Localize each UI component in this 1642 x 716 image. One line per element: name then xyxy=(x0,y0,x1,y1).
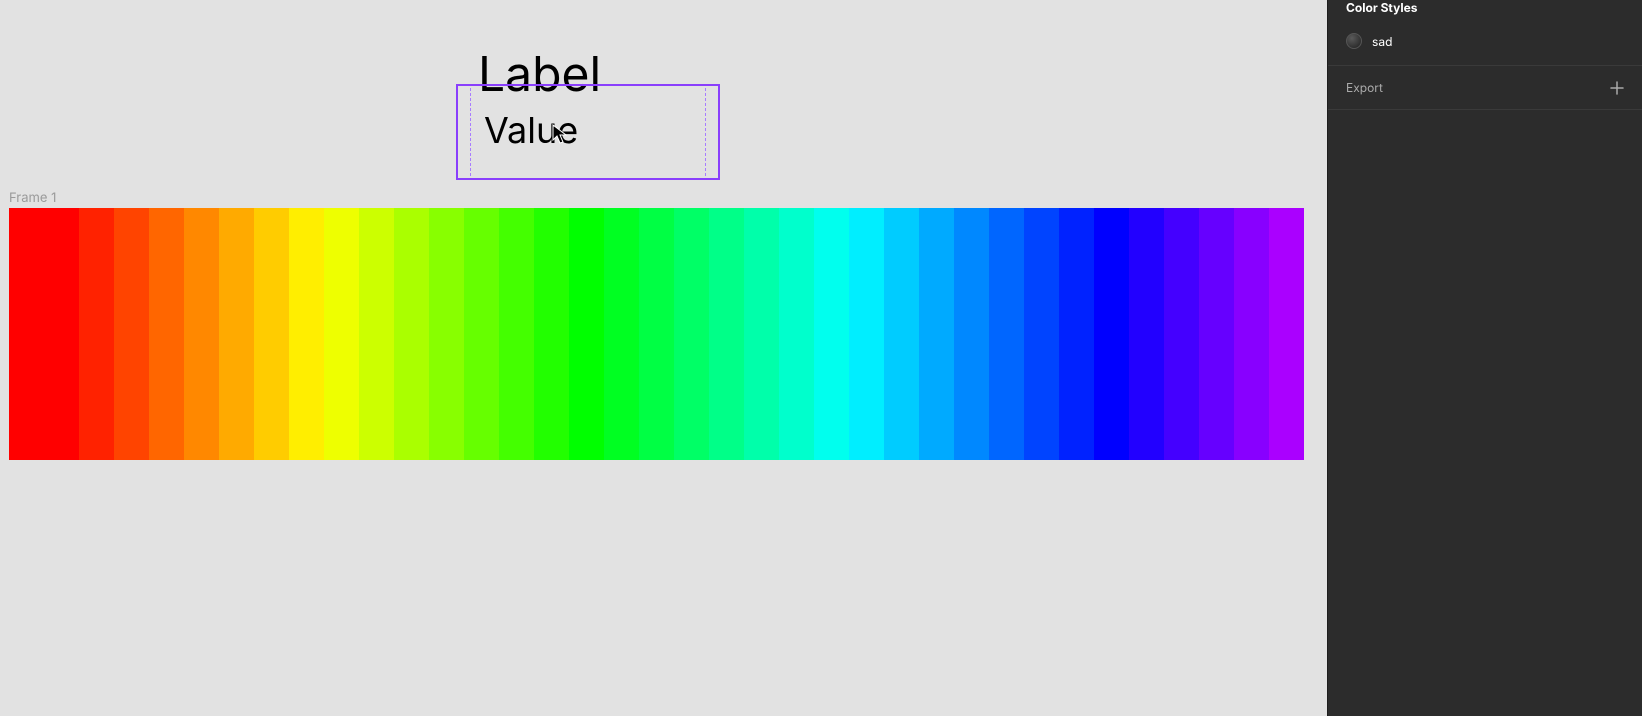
color-styles-title: Color Styles xyxy=(1328,0,1642,27)
plus-icon[interactable] xyxy=(1610,81,1624,95)
color-style-name: sad xyxy=(1372,34,1392,49)
rainbow-segment[interactable] xyxy=(639,208,674,460)
rainbow-segment[interactable] xyxy=(674,208,709,460)
design-canvas[interactable]: Label Value Frame 1 xyxy=(0,0,1327,716)
frame-label[interactable]: Frame 1 xyxy=(9,190,56,206)
rainbow-segment[interactable] xyxy=(919,208,954,460)
rainbow-segment[interactable] xyxy=(289,208,324,460)
rainbow-segment[interactable] xyxy=(149,208,184,460)
rainbow-segment[interactable] xyxy=(254,208,289,460)
rainbow-segment[interactable] xyxy=(884,208,919,460)
rainbow-segment[interactable] xyxy=(849,208,884,460)
rainbow-segment[interactable] xyxy=(814,208,849,460)
export-label: Export xyxy=(1346,80,1383,95)
rainbow-segment[interactable] xyxy=(954,208,989,460)
rainbow-segment[interactable] xyxy=(79,208,114,460)
rainbow-segment[interactable] xyxy=(1094,208,1129,460)
rainbow-segment[interactable] xyxy=(9,208,79,460)
rainbow-segment[interactable] xyxy=(989,208,1024,460)
rainbow-segment[interactable] xyxy=(779,208,814,460)
color-style-item[interactable]: sad xyxy=(1328,27,1642,65)
rainbow-segment[interactable] xyxy=(604,208,639,460)
rainbow-segment[interactable] xyxy=(1059,208,1094,460)
rainbow-frame[interactable] xyxy=(9,208,1304,460)
rainbow-segment[interactable] xyxy=(709,208,744,460)
rainbow-segment[interactable] xyxy=(184,208,219,460)
rainbow-segment[interactable] xyxy=(219,208,254,460)
component-value-text[interactable]: Value xyxy=(484,112,578,148)
export-section[interactable]: Export xyxy=(1328,66,1642,109)
rainbow-segment[interactable] xyxy=(359,208,394,460)
rainbow-segment[interactable] xyxy=(1129,208,1164,460)
rainbow-segment[interactable] xyxy=(534,208,569,460)
rainbow-segment[interactable] xyxy=(1024,208,1059,460)
rainbow-segment[interactable] xyxy=(569,208,604,460)
rainbow-segment[interactable] xyxy=(429,208,464,460)
rainbow-segment[interactable] xyxy=(1199,208,1234,460)
rainbow-segment[interactable] xyxy=(744,208,779,460)
rainbow-segment[interactable] xyxy=(394,208,429,460)
properties-panel: Color Styles sad Export xyxy=(1327,0,1642,716)
rainbow-segment[interactable] xyxy=(1234,208,1269,460)
rainbow-segment[interactable] xyxy=(499,208,534,460)
rainbow-segment[interactable] xyxy=(324,208,359,460)
rainbow-segment[interactable] xyxy=(1164,208,1199,460)
rainbow-segment[interactable] xyxy=(114,208,149,460)
rainbow-segment[interactable] xyxy=(1269,208,1304,460)
color-style-swatch-icon xyxy=(1346,33,1362,49)
rainbow-segment[interactable] xyxy=(464,208,499,460)
panel-divider xyxy=(1328,109,1642,110)
